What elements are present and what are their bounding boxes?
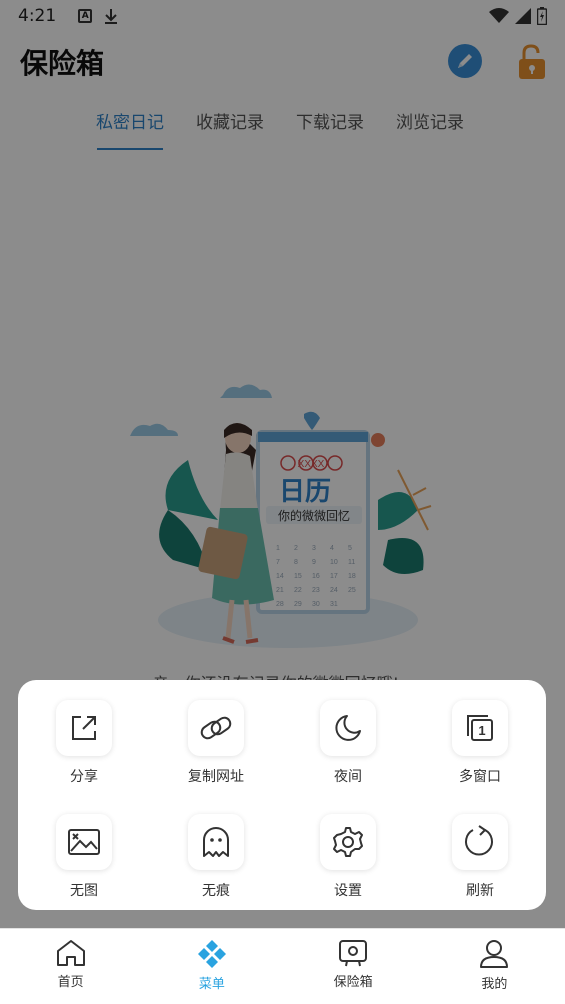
menu-night-mode[interactable]: 夜间 [282, 700, 414, 814]
incognito-button[interactable] [188, 814, 244, 870]
menu-night-mode-label: 夜间 [334, 769, 362, 785]
menu-share[interactable]: 分享 [18, 700, 150, 814]
window-count-badge: 1 [478, 723, 485, 738]
menu-incognito[interactable]: 无痕 [150, 814, 282, 928]
menu-no-image-label: 无图 [70, 883, 98, 899]
ghost-icon [203, 827, 229, 857]
menu-multi-window-label: 多窗口 [459, 769, 501, 785]
refresh-button[interactable] [452, 814, 508, 870]
nav-home-label: 首页 [57, 975, 84, 990]
home-icon [56, 940, 85, 966]
nav-menu[interactable]: 菜单 [141, 929, 282, 1004]
nav-safe-label: 保险箱 [333, 975, 373, 990]
share-button[interactable] [56, 700, 112, 756]
moon-icon [335, 715, 361, 741]
multi-window-icon: 1 [467, 715, 493, 741]
menu-diamond-icon [197, 940, 226, 968]
menu-incognito-label: 无痕 [202, 883, 230, 899]
bottom-nav: 首页 菜单 保险箱 我的 [0, 928, 565, 1004]
no-image-icon [68, 829, 100, 855]
settings-button[interactable] [320, 814, 376, 870]
gear-icon [333, 827, 363, 857]
nav-home[interactable]: 首页 [0, 929, 141, 1004]
menu-multi-window[interactable]: 1 多窗口 [414, 700, 546, 814]
copy-url-button[interactable] [188, 700, 244, 756]
menu-copy-url-label: 复制网址 [188, 769, 244, 785]
menu-refresh[interactable]: 刷新 [414, 814, 546, 928]
share-icon [72, 716, 96, 740]
night-mode-button[interactable] [320, 700, 376, 756]
nav-safe[interactable]: 保险箱 [283, 929, 424, 1004]
menu-no-image[interactable]: 无图 [18, 814, 150, 928]
nav-menu-label: 菜单 [198, 977, 225, 992]
nav-profile-label: 我的 [481, 977, 508, 992]
menu-share-label: 分享 [70, 769, 98, 785]
menu-refresh-label: 刷新 [466, 883, 494, 899]
refresh-icon [465, 825, 493, 856]
menu-copy-url[interactable]: 复制网址 [150, 700, 282, 814]
link-icon [200, 716, 232, 740]
menu-settings-label: 设置 [334, 883, 362, 899]
menu-settings[interactable]: 设置 [282, 814, 414, 928]
user-icon [480, 940, 509, 968]
no-image-button[interactable] [56, 814, 112, 870]
nav-profile[interactable]: 我的 [424, 929, 565, 1004]
multi-window-button[interactable]: 1 [452, 700, 508, 756]
menu-sheet: 分享 复制网址 夜间 1 多窗口 无图 无痕 设置 刷新 [18, 680, 546, 910]
safe-icon [339, 940, 368, 967]
